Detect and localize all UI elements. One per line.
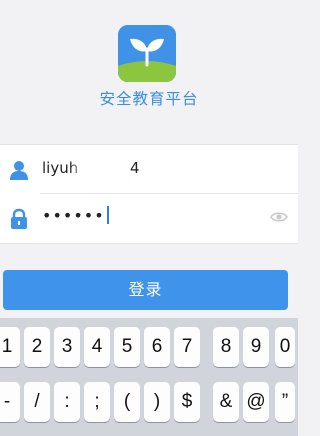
lock-icon [11,208,27,229]
key-quote[interactable]: ” [275,382,295,422]
key-dollar[interactable]: $ [174,382,200,422]
key-8[interactable]: 8 [213,327,239,367]
eye-icon[interactable] [270,210,288,224]
key-close-paren[interactable]: ) [144,382,170,422]
user-icon [10,161,28,180]
key-open-paren[interactable]: ( [114,382,140,422]
key-7[interactable]: 7 [174,327,200,367]
key-2[interactable]: 2 [24,327,50,367]
text-cursor [106,206,109,224]
username-field[interactable]: liyuh 4 [0,145,298,193]
password-field[interactable]: •••••• [0,194,298,242]
username-redaction [70,156,132,182]
app-title: 安全教育平台 [99,90,199,108]
key-9[interactable]: 9 [243,327,269,367]
password-value: •••••• [42,206,109,225]
login-button[interactable]: 登录 [3,270,288,310]
login-form: liyuh 4 •••••• [0,144,298,244]
key-colon[interactable]: : [54,382,80,422]
key-5[interactable]: 5 [114,327,140,367]
key-at[interactable]: @ [243,382,269,422]
app-logo [118,25,176,82]
key-semicolon[interactable]: ; [84,382,110,422]
key-ampersand[interactable]: & [213,382,239,422]
key-1[interactable]: 1 [0,327,20,367]
key-slash[interactable]: / [24,382,50,422]
key-0[interactable]: 0 [275,327,295,367]
username-tail: 4 [130,159,140,177]
key-6[interactable]: 6 [144,327,170,367]
key-dash[interactable]: - [0,382,20,422]
key-3[interactable]: 3 [54,327,80,367]
sprout-icon [118,25,176,82]
key-4[interactable]: 4 [84,327,110,367]
keyboard: 1 2 3 4 5 6 7 8 9 0 - / : ; ( ) $ & @ ” [0,318,298,436]
